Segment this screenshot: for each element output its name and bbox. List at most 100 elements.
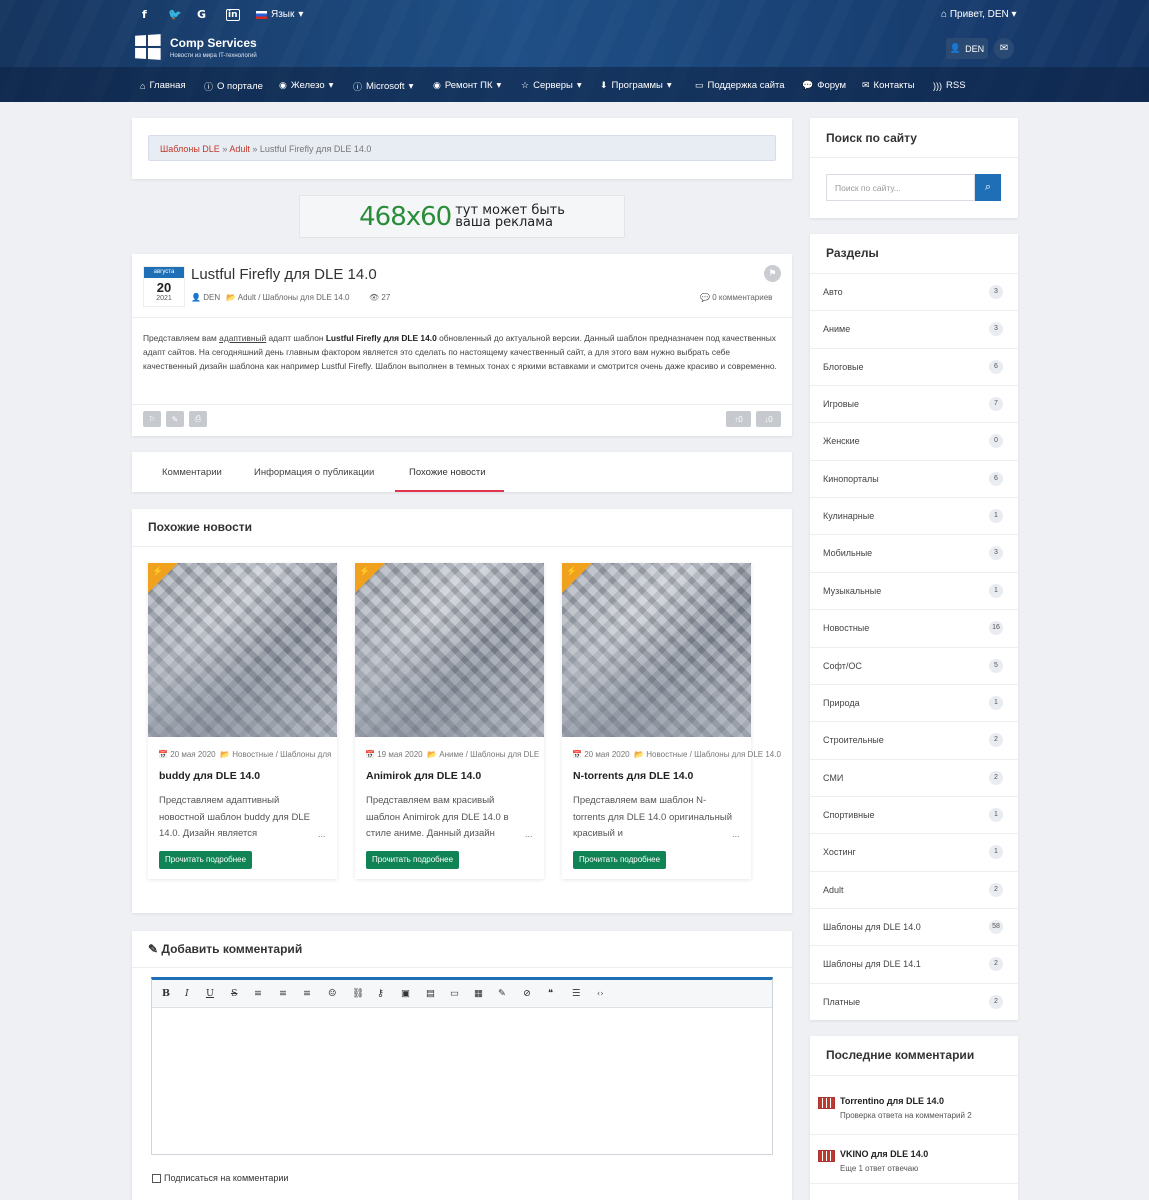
article-author[interactable]: 👤 DEN xyxy=(191,293,220,302)
section-item[interactable]: Музыкальные 1 xyxy=(810,571,1018,609)
section-item[interactable]: Новостные 16 xyxy=(810,609,1018,646)
twitter-icon[interactable]: 🐦 xyxy=(168,8,182,21)
tab-publication-info[interactable]: Информация о публикации xyxy=(254,467,374,478)
bookmark-button[interactable]: ⚑ xyxy=(764,265,781,282)
section-item[interactable]: Природа 1 xyxy=(810,683,1018,721)
nav-programs[interactable]: ⬇ Программы ▾ xyxy=(600,80,672,91)
linkedin-icon[interactable]: in xyxy=(226,9,240,21)
messages-button[interactable]: ✉ xyxy=(994,38,1014,59)
checkbox[interactable] xyxy=(152,1173,161,1183)
nav-pc-repair[interactable]: ◉ Ремонт ПК ▾ xyxy=(433,80,501,91)
nav-support[interactable]: ▭ Поддержка сайта xyxy=(695,80,785,91)
vote-down-button[interactable]: ↓ 0 xyxy=(756,411,781,427)
star-icon: ☆ xyxy=(521,80,530,90)
code-button[interactable]: ‹› xyxy=(597,989,603,998)
related-news-title[interactable]: Animirok для DLE 14.0 xyxy=(366,770,481,782)
section-item[interactable]: Аниме 3 xyxy=(810,310,1018,347)
russia-flag-icon xyxy=(256,10,267,19)
align-left-button[interactable]: ≡ xyxy=(254,988,262,999)
subscribe-checkbox[interactable]: Подписаться на комментарии xyxy=(152,1173,288,1183)
align-right-button[interactable]: ≡ xyxy=(303,988,311,999)
pen-button[interactable]: ✎ xyxy=(498,988,506,999)
user-greeting-dropdown[interactable]: ⌂ Привет, DEN ▾ xyxy=(941,9,1017,20)
read-more-button[interactable]: Прочитать подробнее xyxy=(573,851,667,869)
key-button[interactable]: ⚷ xyxy=(377,988,384,999)
folder-button[interactable]: ▤ xyxy=(426,988,435,999)
section-name: Игровые xyxy=(823,399,860,410)
section-item[interactable]: Кулинарные 1 xyxy=(810,497,1018,534)
add-comment-heading: ✎ Добавить комментарий xyxy=(148,942,302,956)
edit-button[interactable]: ✎ xyxy=(166,411,184,427)
user-profile-button[interactable]: 👤 DEN xyxy=(946,38,988,59)
nav-hardware[interactable]: ◉ Железо ▾ xyxy=(279,80,333,91)
hide-button[interactable]: ⊘ xyxy=(523,988,531,999)
related-news-title[interactable]: buddy для DLE 14.0 xyxy=(159,770,260,782)
table-button[interactable]: ▦ xyxy=(474,988,483,999)
body-link[interactable]: адаптивный xyxy=(219,333,266,343)
related-news-item[interactable]: ⚡ 📅 20 мая 2020 📂 Новостные / Шаблоны дл… xyxy=(562,563,781,879)
align-center-button[interactable]: ≡ xyxy=(279,988,287,999)
comment-editor[interactable]: B I U S ≡ ≡ ≡ ☺ ⛓ ⚷ ▣ ▤ ▭ ▦ ✎ ⊘ ❝ ☰ ‹› xyxy=(151,977,773,1155)
ad-banner[interactable]: 468x60 тут может быть ваша реклама xyxy=(299,195,625,238)
nav-about[interactable]: ⓘ О портале xyxy=(204,80,263,93)
related-news-title[interactable]: N-torrents для DLE 14.0 xyxy=(573,770,693,782)
print-button[interactable]: ⎙ xyxy=(189,411,207,427)
language-selector[interactable]: Язык ▾ xyxy=(256,9,303,20)
breadcrumb-link[interactable]: Шаблоны DLE xyxy=(160,144,220,154)
section-name: Музыкальные xyxy=(823,585,882,596)
read-more-button[interactable]: Прочитать подробнее xyxy=(159,851,253,869)
google-icon[interactable]: G xyxy=(197,8,206,21)
section-count-badge: 6 xyxy=(989,471,1003,486)
section-item[interactable]: Мобильные 3 xyxy=(810,534,1018,571)
vote-up-button[interactable]: ↑ 0 xyxy=(726,411,751,427)
underline-button[interactable]: U xyxy=(206,988,214,999)
nav-rss[interactable]: ))) RSS xyxy=(933,80,966,91)
section-item[interactable]: Платные 2 xyxy=(810,982,1018,1020)
section-item[interactable]: Блоговые 6 xyxy=(810,347,1018,385)
nav-home[interactable]: ⌂ Главная xyxy=(140,80,186,91)
nav-microsoft[interactable]: ⓘ Microsoft ▾ xyxy=(353,80,413,93)
nav-label: Контакты xyxy=(873,80,915,91)
last-comment-title[interactable]: VKINO для DLE 14.0 xyxy=(840,1149,928,1159)
bold-button[interactable]: B xyxy=(162,988,170,999)
tab-related-news[interactable]: Похожие новости xyxy=(409,467,486,478)
nav-forum[interactable]: 💬 Форум xyxy=(802,80,846,91)
section-item[interactable]: Строительные 2 xyxy=(810,721,1018,758)
section-item[interactable]: Женские 0 xyxy=(810,422,1018,459)
nav-contacts[interactable]: ✉ Контакты xyxy=(862,80,915,91)
section-item[interactable]: СМИ 2 xyxy=(810,758,1018,796)
section-item[interactable]: Хостинг 1 xyxy=(810,833,1018,870)
image-button[interactable]: ▣ xyxy=(401,988,410,999)
section-item[interactable]: Авто 3 xyxy=(810,273,1018,310)
nav-servers[interactable]: ☆ Серверы ▾ xyxy=(521,80,582,91)
section-item[interactable]: Шаблоны для DLE 14.1 2 xyxy=(810,945,1018,982)
strikethrough-button[interactable]: S xyxy=(231,988,238,999)
link-button[interactable]: ⛓ xyxy=(352,988,364,999)
search-button[interactable]: ⌕ xyxy=(975,174,1001,201)
related-news-item[interactable]: ⚡ 📅 20 мая 2020 📂 Новостные / Шаблоны дл… xyxy=(148,563,337,879)
search-input[interactable]: Поиск по сайту... xyxy=(826,174,975,201)
emoji-button[interactable]: ☺ xyxy=(328,988,337,999)
quote-button[interactable]: ❝ xyxy=(548,988,553,999)
section-item[interactable]: Шаблоны для DLE 14.0 58 xyxy=(810,907,1018,945)
related-news-item[interactable]: ⚡ 📅 19 мая 2020 📂 Аниме / Шаблоны для DL… xyxy=(355,563,544,879)
italic-button[interactable]: I xyxy=(185,988,189,999)
facebook-icon[interactable]: f xyxy=(142,8,147,21)
complaint-button[interactable]: ⚐ xyxy=(143,411,161,427)
related-news-excerpt: Представляем адаптивный новостной шаблон… xyxy=(159,795,310,839)
section-item[interactable]: Кинопорталы 6 xyxy=(810,459,1018,497)
article-category[interactable]: 📂 Adult / Шаблоны для DLE 14.0 xyxy=(226,293,350,302)
media-button[interactable]: ▭ xyxy=(450,988,459,999)
read-more-button[interactable]: Прочитать подробнее xyxy=(366,851,460,869)
last-comment-title[interactable]: Torrentino для DLE 14.0 xyxy=(840,1096,944,1106)
eye-icon: 👁 xyxy=(369,293,380,302)
section-item[interactable]: Adult 2 xyxy=(810,870,1018,908)
section-item[interactable]: Спортивные 1 xyxy=(810,795,1018,833)
breadcrumb-link[interactable]: Adult xyxy=(229,144,250,154)
article-comments-link[interactable]: 💬 0 комментариев xyxy=(700,293,772,302)
tab-comments[interactable]: Комментарии xyxy=(162,467,222,478)
section-item[interactable]: Игровые 7 xyxy=(810,385,1018,422)
list-button[interactable]: ☰ xyxy=(572,988,581,999)
section-item[interactable]: Софт/ОС 5 xyxy=(810,646,1018,684)
site-logo[interactable]: Comp Services Новости из мира IT-техноло… xyxy=(134,34,257,60)
